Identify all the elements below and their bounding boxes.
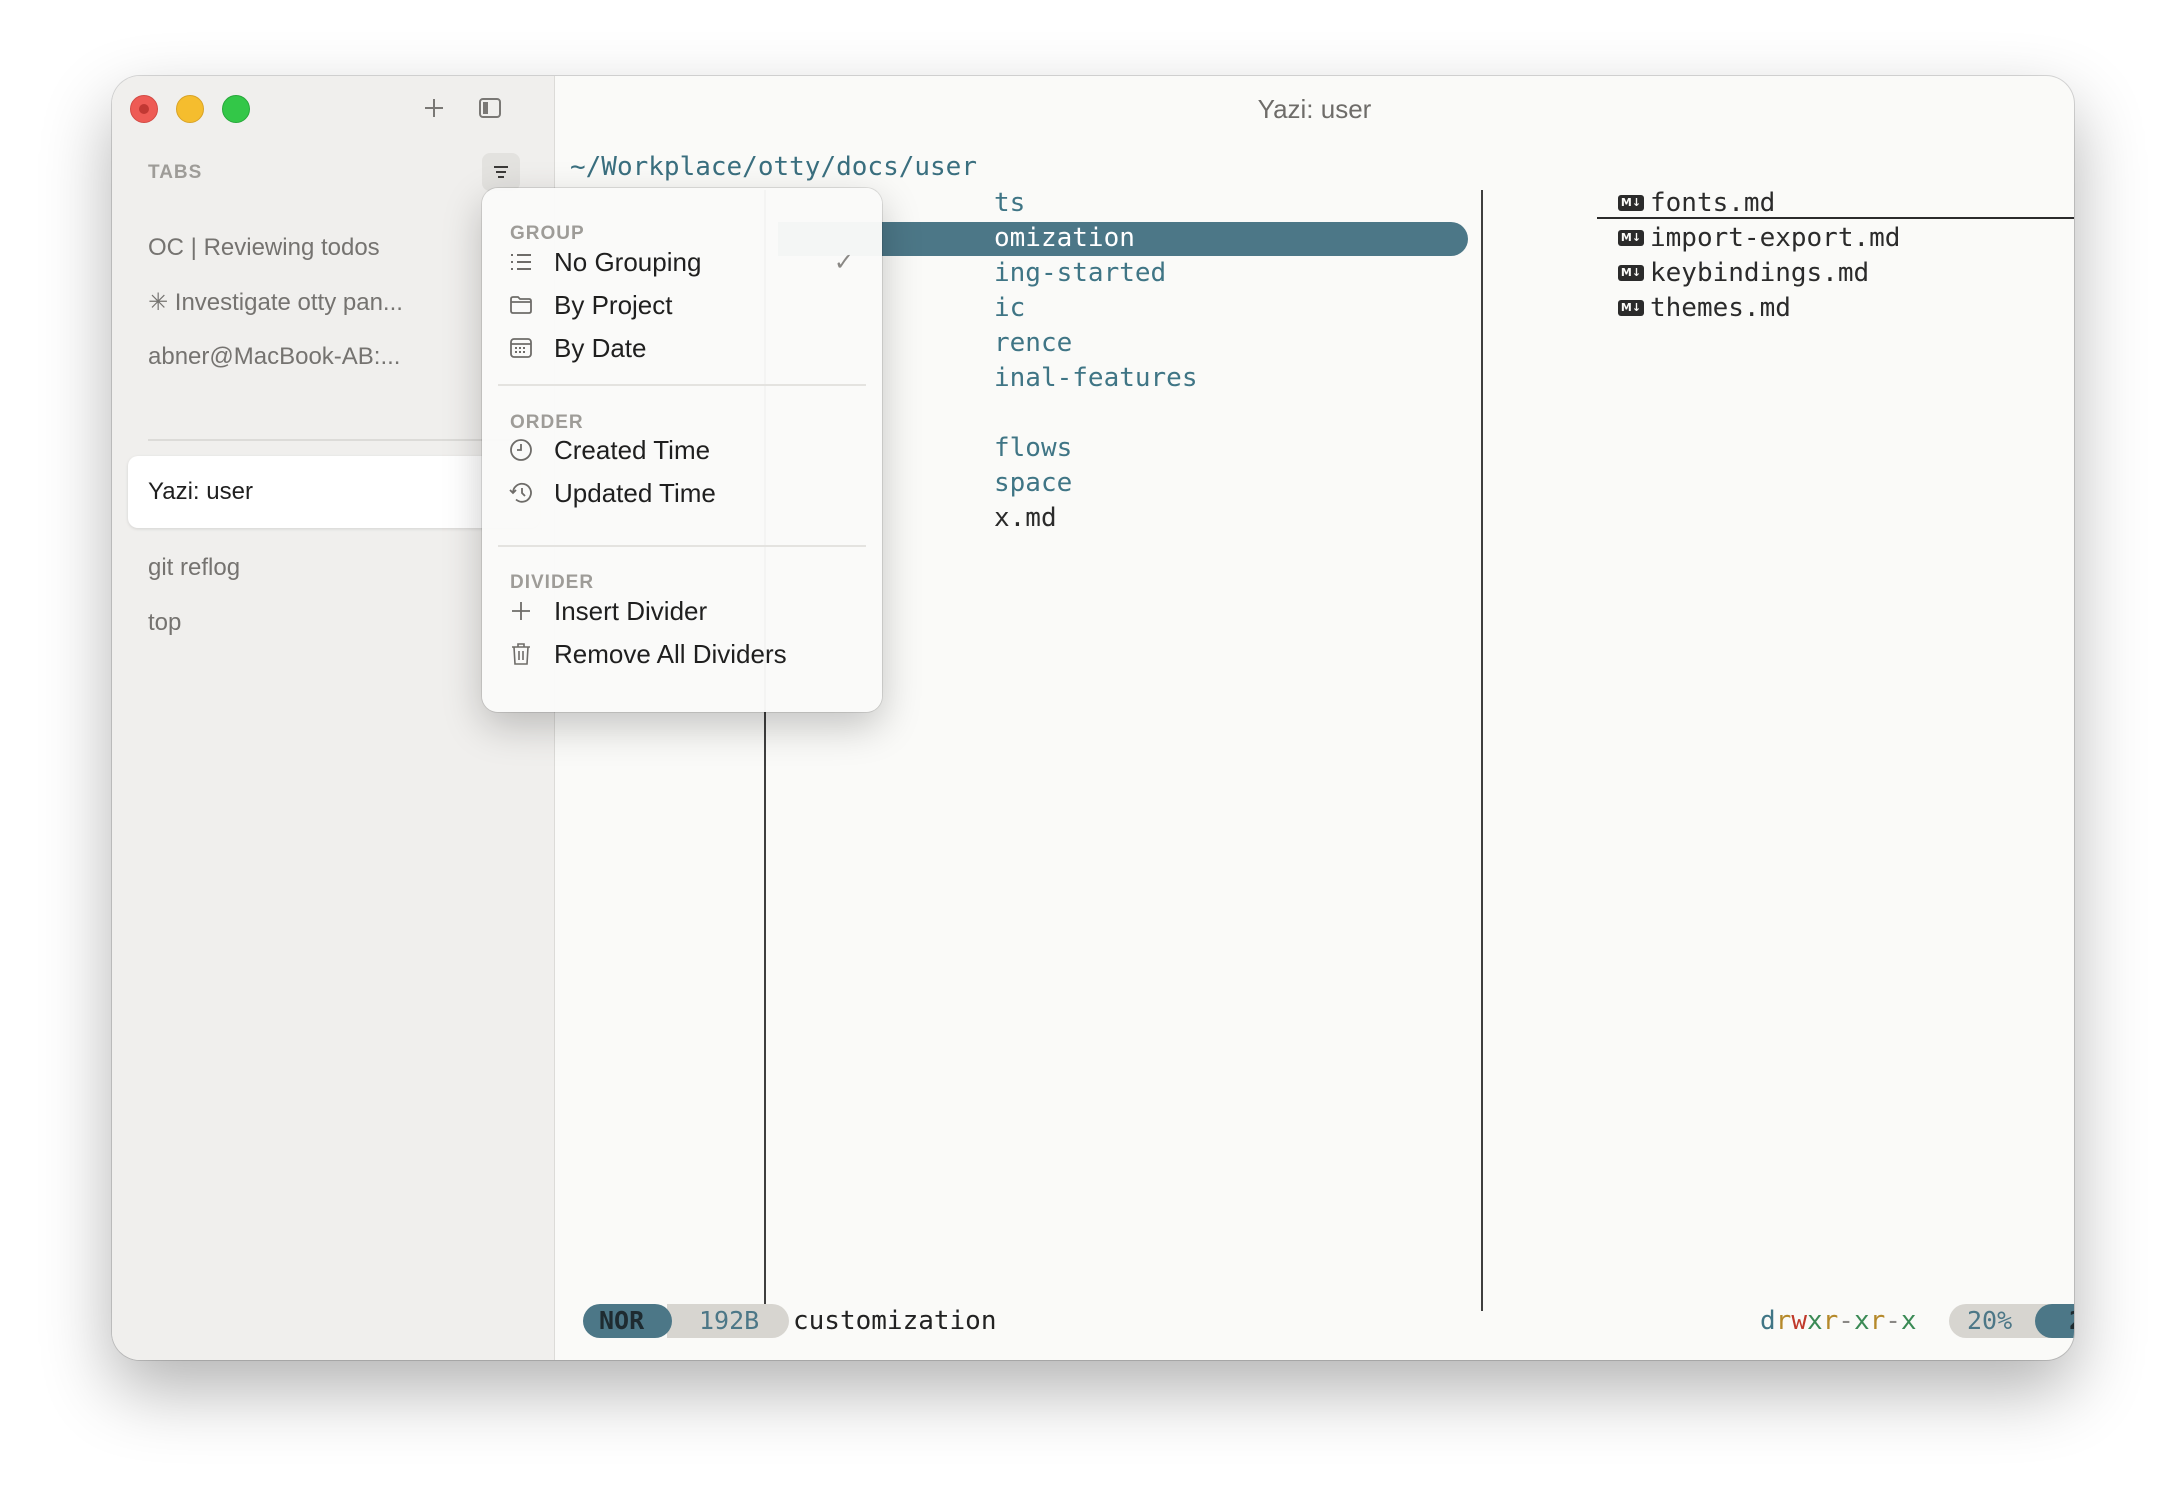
permission-char: x <box>1806 1306 1823 1336</box>
preview-file-name: fonts.md <box>1650 188 1776 218</box>
directory-entry[interactable]: inal-features <box>994 363 1198 393</box>
status-mode: NOR <box>583 1304 673 1338</box>
column-divider <box>1481 190 1483 1311</box>
preview-file-name: import-export.md <box>1650 223 1901 253</box>
permission-char: d <box>1760 1306 1776 1336</box>
menu-item-label: By Project <box>554 289 673 320</box>
directory-entry[interactable]: flows <box>994 433 1072 463</box>
zoom-window-button[interactable] <box>222 95 250 123</box>
status-permissions: drwxr-xr-x <box>1760 1304 1917 1338</box>
permission-char: - <box>1885 1306 1901 1336</box>
preview-file-entry[interactable]: M↓ fonts.md <box>1618 188 1775 218</box>
directory-entry[interactable]: ing-started <box>994 258 1166 288</box>
menu-item-no-grouping[interactable]: No Grouping ✓ <box>482 239 882 285</box>
permission-char: w <box>1791 1306 1807 1336</box>
trash-icon <box>506 639 536 669</box>
sidebar-icon <box>479 98 501 118</box>
status-file-size: 192B <box>667 1304 790 1338</box>
app-window: TABS OC | Reviewing todos ✳ Investigate … <box>112 76 2074 1360</box>
plus-icon <box>506 596 536 626</box>
new-tab-button[interactable] <box>414 90 454 126</box>
menu-item-label: Updated Time <box>554 477 716 508</box>
preview-file-entry[interactable]: M↓ themes.md <box>1618 293 1791 323</box>
menu-item-created-time[interactable]: Created Time <box>482 427 882 473</box>
toggle-sidebar-button[interactable] <box>470 90 510 126</box>
tab-label: Yazi: user <box>148 478 253 505</box>
preview-file-entry[interactable]: M↓ keybindings.md <box>1618 258 1869 288</box>
menu-item-by-date[interactable]: By Date <box>482 325 882 371</box>
menu-item-remove-all-dividers[interactable]: Remove All Dividers <box>482 631 882 677</box>
menu-separator <box>498 545 866 547</box>
permission-char: x <box>1853 1306 1870 1336</box>
tab-item[interactable]: ✳ Investigate otty pan... <box>148 288 498 317</box>
file-entry[interactable]: x.md <box>994 503 1057 533</box>
directory-entry[interactable]: rence <box>994 328 1072 358</box>
plus-icon <box>425 99 443 117</box>
close-window-button[interactable] <box>130 95 158 123</box>
calendar-icon <box>506 333 536 363</box>
tab-item[interactable]: top <box>148 609 498 637</box>
markdown-icon: M↓ <box>1618 195 1644 211</box>
markdown-icon: M↓ <box>1618 265 1644 281</box>
current-path: ~/Workplace/otty/docs/user <box>570 152 977 182</box>
minimize-window-button[interactable] <box>176 95 204 123</box>
clock-icon <box>506 435 536 465</box>
list-icon <box>506 247 536 277</box>
tab-item[interactable]: abner@MacBook-AB:... <box>148 343 498 371</box>
tab-item[interactable]: OC | Reviewing todos <box>148 234 498 262</box>
tab-sort-button[interactable] <box>482 153 520 191</box>
directory-entry[interactable]: ts <box>994 188 1025 218</box>
folder-icon <box>506 290 536 320</box>
menu-item-label: Created Time <box>554 434 711 465</box>
directory-entry[interactable]: ic <box>994 293 1025 323</box>
directory-entry[interactable]: omization <box>994 223 1135 253</box>
menu-separator <box>498 384 866 386</box>
window-title: Yazi: user <box>1257 94 1372 124</box>
history-icon <box>506 478 536 508</box>
status-position: 2/10 <box>2035 1304 2074 1338</box>
menu-item-label: By Date <box>554 332 647 363</box>
tab-item-active[interactable]: Yazi: user <box>128 456 540 528</box>
status-file-name: customization <box>793 1306 997 1336</box>
directory-entry[interactable]: space <box>994 468 1072 498</box>
permission-char: r <box>1822 1306 1839 1336</box>
markdown-icon: M↓ <box>1618 300 1644 316</box>
preview-file-name: themes.md <box>1650 293 1791 323</box>
permission-char: r <box>1775 1306 1792 1336</box>
menu-item-by-project[interactable]: By Project <box>482 282 882 328</box>
preview-file-name: keybindings.md <box>1650 258 1870 288</box>
menu-item-label: Insert Divider <box>554 595 708 626</box>
sort-lines-icon <box>494 166 508 178</box>
permission-char: x <box>1900 1306 1917 1336</box>
permission-char: - <box>1838 1306 1854 1336</box>
checkmark-icon: ✓ <box>833 248 854 276</box>
tab-options-menu: GROUP No Grouping ✓ By Project By Date O… <box>482 188 882 712</box>
tabs-section-label: TABS <box>148 162 203 183</box>
tab-divider <box>148 439 516 441</box>
menu-item-label: No Grouping <box>554 246 702 277</box>
menu-item-label: Remove All Dividers <box>554 638 787 669</box>
tab-item[interactable]: git reflog <box>148 554 498 582</box>
menu-item-updated-time[interactable]: Updated Time <box>482 470 882 516</box>
preview-file-entry[interactable]: M↓ import-export.md <box>1618 223 1900 253</box>
markdown-icon: M↓ <box>1618 230 1644 246</box>
permission-char: r <box>1869 1306 1886 1336</box>
menu-item-insert-divider[interactable]: Insert Divider <box>482 588 882 634</box>
